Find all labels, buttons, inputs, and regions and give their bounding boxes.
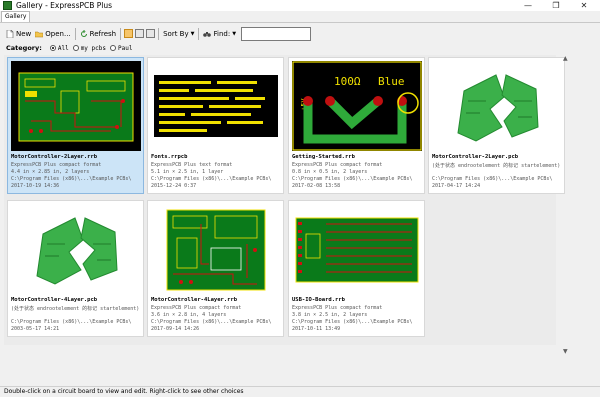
refresh-label: Refresh xyxy=(89,29,117,38)
category-paul-label[interactable]: Paul xyxy=(118,45,132,52)
card-path: C:\Program Files (x86)\...\Example PCBs\ xyxy=(151,319,272,325)
scroll-up-icon[interactable]: ▲ xyxy=(563,55,568,62)
card-file-name: MotorController-2Layer.rrb xyxy=(11,154,98,160)
card-error: (处于状态 endrootelement 的标记 startelement) xyxy=(432,163,561,169)
broken-board-icon xyxy=(432,61,562,151)
title-bar: Gallery - ExpressPCB Plus — ❐ ✕ xyxy=(0,0,600,11)
pcb-thumbnail xyxy=(151,204,281,294)
medium-icons-view-icon[interactable] xyxy=(135,29,145,38)
card-date: 2003-05-17 14:21 xyxy=(11,326,60,332)
find-button[interactable]: Find: ▼ xyxy=(201,27,238,40)
card-error: (处于状态 endrootelement 的标记 startelement) xyxy=(11,306,140,312)
led-color-text: Blue xyxy=(378,75,405,88)
gallery-grid: MotorController-2Layer.rrb ExpressPCB Pl… xyxy=(4,55,565,345)
card-size: 0.8 in × 0.5 in, 2 layers xyxy=(292,169,368,175)
toolbar-separator xyxy=(198,27,200,40)
card-format: ExpressPCB Plus compact format xyxy=(11,162,102,168)
card-size: 3.6 in × 2.8 in, 4 layers xyxy=(151,312,227,318)
open-label: Open... xyxy=(45,29,71,38)
toolbar-separator xyxy=(158,27,160,40)
window-title: Gallery - ExpressPCB Plus xyxy=(16,1,113,10)
card-path: C:\Program Files (x86)\...\Example PCBs\ xyxy=(292,319,413,325)
open-button[interactable]: Open... xyxy=(33,27,72,40)
status-bar: Double-click on a circuit board to view … xyxy=(0,386,600,396)
details-view-icon[interactable] xyxy=(146,29,156,38)
card-path: C:\Program Files (x86)\...\Example PCBs\ xyxy=(432,176,553,182)
gallery-card[interactable]: MotorController-4Layer.rrb ExpressPCB Pl… xyxy=(147,200,284,337)
gallery-card[interactable]: Fonts.rrpcb ExpressPCB Plus text format … xyxy=(147,57,284,194)
card-file-name: Getting-Started.rrb xyxy=(292,154,355,160)
card-format: ExpressPCB Plus compact format xyxy=(292,305,383,311)
vertical-scrollbar[interactable]: ▲ ▼ xyxy=(562,55,572,355)
app-icon xyxy=(3,1,12,10)
gallery-card[interactable]: MotorController-2Layer.rrb ExpressPCB Pl… xyxy=(7,57,144,194)
category-all-label[interactable]: All xyxy=(58,45,69,52)
close-button[interactable]: ✕ xyxy=(570,0,598,11)
card-date: 2017-02-08 13:58 xyxy=(292,183,341,189)
pcb-thumbnail xyxy=(11,61,141,151)
pcb-thumbnail: 100Ω Blue +5V xyxy=(292,61,422,151)
tab-strip: Gallery xyxy=(0,11,600,23)
category-my-pcbs-radio[interactable] xyxy=(72,45,79,51)
category-paul-radio[interactable] xyxy=(109,45,116,51)
open-folder-icon xyxy=(35,31,44,37)
card-size: 5.1 in × 2.5 in, 1 layer xyxy=(151,169,224,175)
scroll-down-icon[interactable]: ▼ xyxy=(563,348,568,355)
toolbar-separator xyxy=(74,27,76,40)
new-file-icon xyxy=(6,29,14,38)
pcb-thumbnail xyxy=(154,75,278,137)
card-date: 2017-09-14 14:26 xyxy=(151,326,200,332)
tab-gallery[interactable]: Gallery xyxy=(1,11,31,22)
refresh-icon xyxy=(80,29,87,37)
chevron-down-icon: ▼ xyxy=(232,30,237,37)
new-label: New xyxy=(16,29,32,38)
gallery-card[interactable]: 100Ω Blue +5V Getting-Started.rrb Expres… xyxy=(288,57,425,194)
card-size: 3.8 in × 2.5 in, 2 layers xyxy=(292,312,368,318)
card-date: 2015-12-24 0:37 xyxy=(151,183,197,189)
minimize-button[interactable]: — xyxy=(514,0,542,11)
category-all-radio[interactable] xyxy=(49,45,56,51)
toolbar-separator xyxy=(120,27,122,40)
card-path: C:\Program Files (x86)\...\Example PCBs\ xyxy=(11,176,132,182)
card-file-name: Fonts.rrpcb xyxy=(151,154,188,160)
card-format: ExpressPCB Plus compact format xyxy=(151,305,242,311)
maximize-button[interactable]: ❐ xyxy=(542,0,570,11)
sort-by-label: Sort By xyxy=(163,29,189,38)
card-date: 2017-10-11 13:49 xyxy=(292,326,341,332)
category-label: Category: xyxy=(6,44,42,52)
find-input[interactable] xyxy=(241,26,312,41)
card-date: 2017-04-17 14:24 xyxy=(432,183,481,189)
chevron-down-icon: ▼ xyxy=(190,30,195,37)
large-icons-view-icon[interactable] xyxy=(124,29,134,38)
card-path: C:\Program Files (x86)\...\Example PCBs\ xyxy=(11,319,132,325)
card-size: 4.4 in × 2.85 in, 2 layers xyxy=(11,169,90,175)
gallery-card[interactable]: MotorController-2Layer.pcb (处于状态 endroot… xyxy=(428,57,565,194)
toolbar: New Open... Refresh Sort By ▼ Find: ▼ xyxy=(0,26,600,41)
resistor-value-text: 100Ω xyxy=(334,75,361,88)
card-path: C:\Program Files (x86)\...\Example PCBs\ xyxy=(151,176,272,182)
card-format: ExpressPCB Plus text format xyxy=(151,162,233,168)
card-file-name: USB-IO-Board.rrb xyxy=(292,297,345,303)
card-file-name: MotorController-2Layer.pcb xyxy=(432,154,519,160)
status-text: Double-click on a circuit board to view … xyxy=(4,388,244,395)
pcb-thumbnail xyxy=(292,204,422,294)
category-my-pcbs-label[interactable]: my pcbs xyxy=(81,45,106,52)
card-date: 2017-10-19 14:36 xyxy=(11,183,60,189)
refresh-button[interactable]: Refresh xyxy=(78,27,118,40)
binoculars-icon xyxy=(203,31,212,37)
card-format: ExpressPCB Plus compact format xyxy=(292,162,383,168)
gallery-card[interactable]: MotorController-4Layer.pcb (处于状态 endroot… xyxy=(7,200,144,337)
new-button[interactable]: New xyxy=(4,27,33,40)
gallery-card[interactable]: USB-IO-Board.rrb ExpressPCB Plus compact… xyxy=(288,200,425,337)
sort-by-button[interactable]: Sort By ▼ xyxy=(161,27,196,40)
find-label: Find: xyxy=(213,29,231,38)
broken-board-icon xyxy=(11,204,141,294)
category-filter: Category: All my pcbs Paul xyxy=(6,43,132,53)
card-file-name: MotorController-4Layer.rrb xyxy=(151,297,238,303)
card-file-name: MotorController-4Layer.pcb xyxy=(11,297,98,303)
card-path: C:\Program Files (x86)\...\Example PCBs\ xyxy=(292,176,413,182)
